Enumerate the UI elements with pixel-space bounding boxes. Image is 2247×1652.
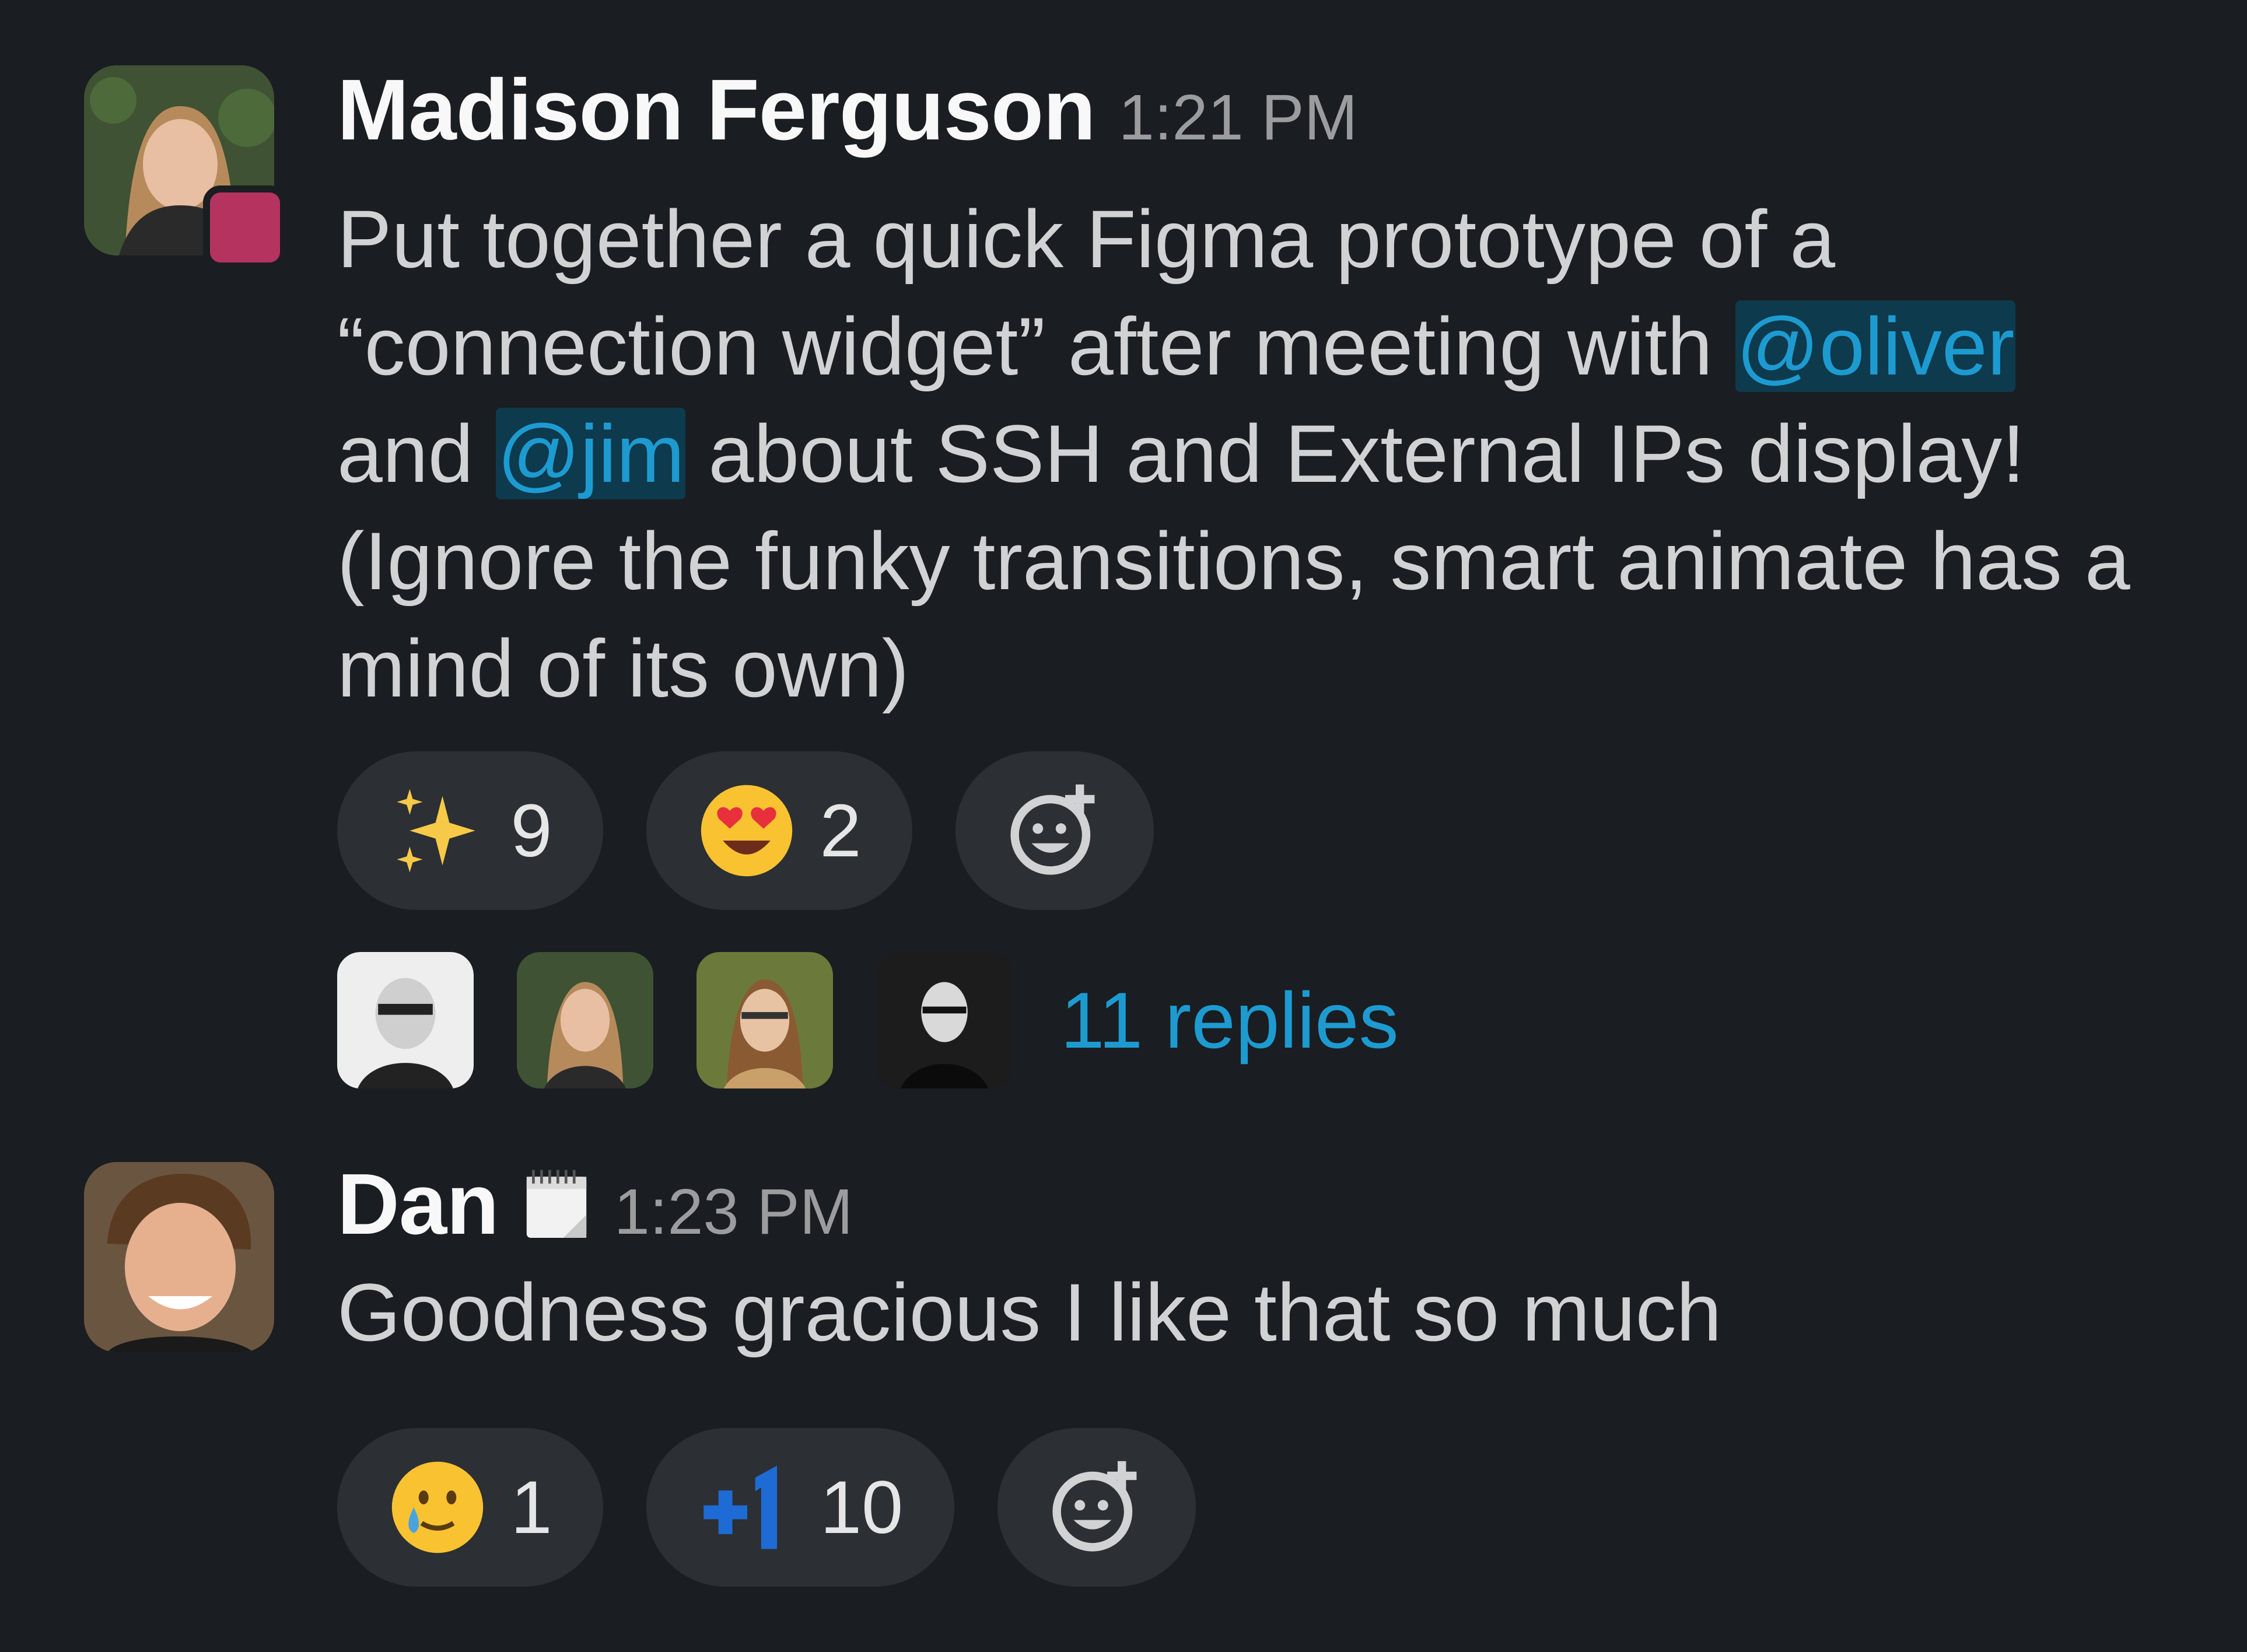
calendar-icon [526, 1170, 586, 1238]
timestamp[interactable]: 1:21 PM [1119, 80, 1358, 155]
plus-one-icon [704, 1465, 777, 1549]
tear-smile-icon [392, 1461, 484, 1553]
reaction-tear-smile[interactable]: 1 [337, 1428, 603, 1587]
reaction-count: 10 [820, 1465, 904, 1549]
thread-participant-avatar [517, 952, 653, 1088]
sparkles-icon [397, 789, 476, 873]
message-madison: Madison Ferguson 1:21 PM Put together a … [0, 0, 2247, 1143]
status-badge [203, 186, 287, 270]
replies-link[interactable]: 11 replies [1060, 975, 1399, 1066]
add-reaction-button[interactable] [956, 751, 1154, 910]
reaction-plus-one[interactable]: 10 [646, 1428, 954, 1587]
add-emoji-icon [1052, 1461, 1137, 1552]
add-reaction-button[interactable] [998, 1428, 1196, 1587]
heart-eyes-icon [701, 785, 793, 877]
thread-participant-avatar [696, 952, 833, 1088]
thread-summary[interactable]: 11 replies [337, 952, 1399, 1088]
reaction-count: 9 [510, 789, 552, 873]
add-emoji-icon [1010, 784, 1095, 875]
thread-participant-avatar [337, 952, 474, 1088]
reaction-count: 2 [820, 789, 862, 873]
message-text: Put together a quick Figma prototype of … [337, 186, 2169, 722]
sender-name[interactable]: Dan [337, 1155, 499, 1254]
reaction-bar: 9 2 [337, 751, 1154, 910]
reaction-bar: 1 10 [337, 1428, 1196, 1587]
mention-jim[interactable]: @jim [496, 408, 686, 499]
thread-participant-avatar [876, 952, 1013, 1088]
text-part: and [337, 408, 496, 499]
avatar[interactable] [84, 1162, 274, 1352]
mention-oliver[interactable]: @oliver [1735, 300, 2016, 392]
timestamp[interactable]: 1:23 PM [614, 1175, 853, 1249]
text-part: Put together a quick Figma prototype of … [337, 193, 1836, 392]
reaction-count: 1 [510, 1465, 552, 1549]
sender-name[interactable]: Madison Ferguson [337, 61, 1096, 160]
message-dan: Dan 1:23 PM Goodness gracious I like tha… [0, 1143, 2247, 1652]
message-text: Goodness gracious I like that so much [337, 1266, 1722, 1358]
reaction-sparkles[interactable]: 9 [337, 751, 603, 910]
reaction-heart-eyes[interactable]: 2 [646, 751, 912, 910]
